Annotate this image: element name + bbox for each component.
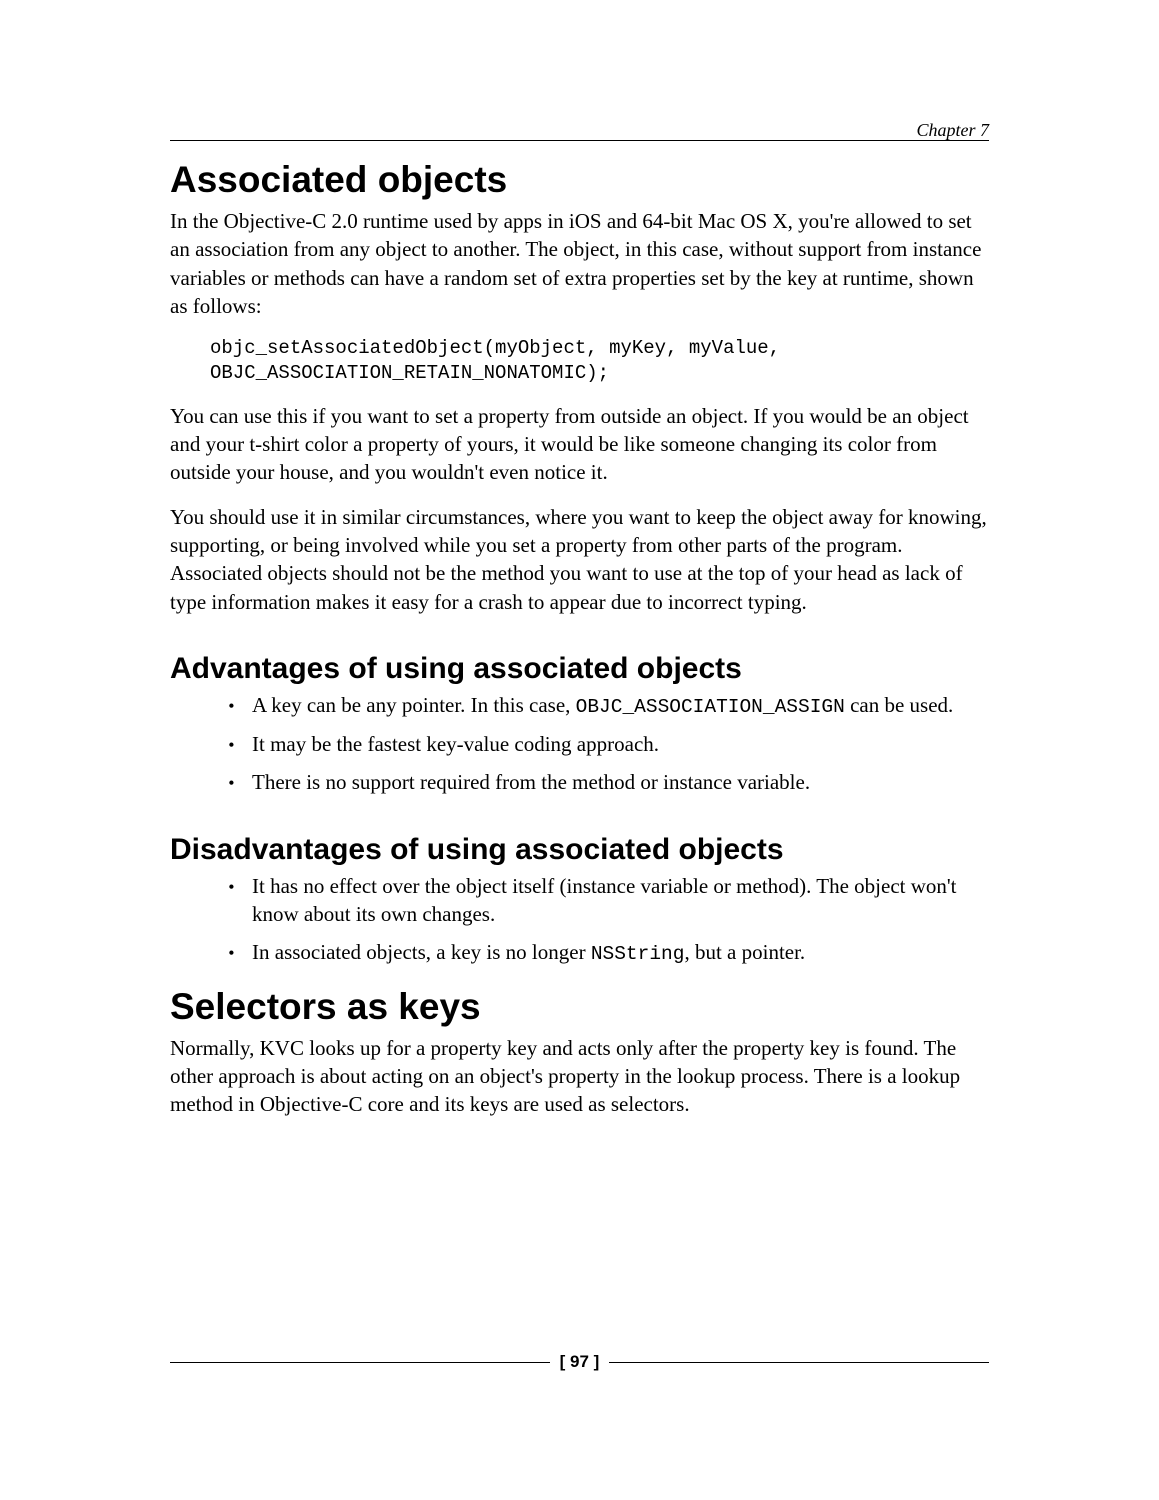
list-item: There is no support required from the me…	[248, 769, 989, 797]
heading-disadvantages: Disadvantages of using associated object…	[170, 833, 989, 867]
para-tshirt: You can use this if you want to set a pr…	[170, 402, 989, 487]
inline-code: NSString	[591, 943, 685, 965]
heading-associated-objects: Associated objects	[170, 159, 989, 201]
list-item: In associated objects, a key is no longe…	[248, 939, 989, 968]
list-item: It may be the fastest key-value coding a…	[248, 731, 989, 759]
footer-rule-right	[609, 1362, 989, 1363]
chapter-label: Chapter 7	[916, 120, 989, 141]
para-intro: In the Objective-C 2.0 runtime used by a…	[170, 207, 989, 320]
para-caution: You should use it in similar circumstanc…	[170, 503, 989, 616]
text: A key can be any pointer. In this case,	[252, 693, 576, 717]
list-item: It has no effect over the object itself …	[248, 873, 989, 929]
heading-advantages: Advantages of using associated objects	[170, 652, 989, 686]
inline-code: OBJC_ASSOCIATION_ASSIGN	[576, 696, 845, 718]
footer-rule-left	[170, 1362, 550, 1363]
para-selectors: Normally, KVC looks up for a property ke…	[170, 1034, 989, 1119]
text: In associated objects, a key is no longe…	[252, 940, 591, 964]
advantages-list: A key can be any pointer. In this case, …	[170, 692, 989, 797]
text: , but a pointer.	[684, 940, 805, 964]
header-rule: Chapter 7	[170, 140, 989, 141]
code-block: objc_setAssociatedObject(myObject, myKey…	[210, 336, 989, 385]
page-number: [ 97 ]	[550, 1352, 610, 1372]
disadvantages-list: It has no effect over the object itself …	[170, 873, 989, 968]
page: Chapter 7 Associated objects In the Obje…	[0, 0, 1159, 1500]
heading-selectors-as-keys: Selectors as keys	[170, 986, 989, 1028]
list-item: A key can be any pointer. In this case, …	[248, 692, 989, 721]
text: can be used.	[845, 693, 953, 717]
page-footer: [ 97 ]	[170, 1352, 989, 1372]
